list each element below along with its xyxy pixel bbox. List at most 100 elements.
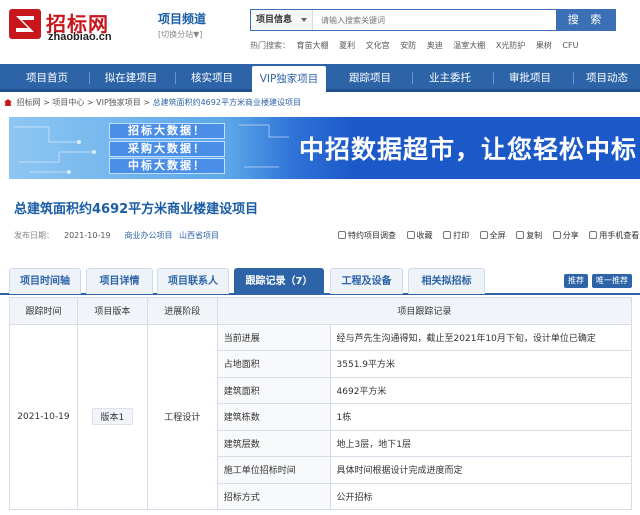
hot-search-term[interactable]: 温室大棚 — [453, 41, 485, 50]
tab-tracking-records[interactable]: 跟踪记录（7） — [234, 268, 324, 294]
survey-button[interactable]: 特约项目调查 — [338, 231, 396, 240]
record-value: 公开招标 — [329, 482, 633, 510]
search-input[interactable] — [315, 10, 555, 30]
search-box: 项目信息 — [250, 9, 557, 31]
nav-item-owner[interactable]: 业主委托 — [414, 64, 486, 92]
printer-icon — [443, 231, 452, 239]
procurement-bigdata-button[interactable]: 采购大数据！ — [109, 141, 225, 157]
hot-search-label: 热门搜索： — [250, 41, 290, 50]
record-label: 施工单位招标时间 — [216, 456, 331, 484]
switch-site-link[interactable]: [切换分站▼] — [158, 29, 206, 40]
star-icon — [406, 231, 415, 239]
fullscreen-button[interactable]: 全屏 — [479, 231, 506, 240]
tab-details[interactable]: 项目详情 — [86, 268, 153, 294]
fullscreen-icon — [479, 231, 488, 239]
hot-search-term[interactable]: 奥迪 — [427, 41, 443, 50]
record-value: 经与芦先生沟通得知，截止至2021年10月下旬，设计单位已确定 — [329, 323, 633, 351]
column-header: 项目版本 — [76, 297, 148, 325]
award-bigdata-button[interactable]: 中标大数据！ — [109, 158, 225, 174]
record-value: 地上3层，地下1层 — [329, 429, 633, 457]
record-label: 当前进展 — [216, 323, 331, 351]
toolbar: 特约项目调查 收藏 打印 全屏 复制 分享 用手机查看 — [338, 230, 640, 241]
logo-text-en: zhaobiao.cn — [48, 31, 112, 43]
hot-search-list: 热门搜索： 育苗大棚 夏利 文化宫 安防 奥迪 温室大棚 X光防护 果树 CFU — [250, 40, 586, 51]
share-icon — [552, 231, 561, 239]
hot-search-term[interactable]: 安防 — [400, 41, 416, 50]
breadcrumb-link[interactable]: 招标网 — [17, 98, 41, 107]
hot-search-term[interactable]: 文化宫 — [366, 41, 390, 50]
search-button[interactable]: 搜 索 — [557, 9, 616, 31]
banner-slogan: 中招数据超市，让您轻松中标 — [299, 135, 638, 164]
breadcrumb: 招标网 > 项目中心 > VIP独家项目 > 总建筑面积约4692平方米商业楼建… — [4, 97, 301, 108]
survey-label: 特约项目调查 — [348, 231, 396, 240]
hot-search-term[interactable]: 果树 — [536, 41, 552, 50]
record-value: 1栋 — [329, 403, 633, 431]
record-label: 招标方式 — [216, 482, 331, 510]
column-header: 项目跟踪记录 — [216, 297, 633, 325]
site-logo[interactable]: 招标网 zhaobiao.cn — [8, 6, 128, 44]
main-nav: 项目首页 拟在建项目 核实项目 VIP独家项目 跟踪项目 业主委托 审批项目 项… — [0, 64, 640, 92]
nav-item-approval[interactable]: 审批项目 — [494, 64, 566, 92]
tracking-table: 跟踪时间 项目版本 进展阶段 项目跟踪记录 2021-10-19 版本1 工程设… — [9, 297, 633, 510]
share-button[interactable]: 分享 — [552, 231, 579, 240]
nav-item-vip[interactable]: VIP独家项目 — [252, 66, 326, 92]
nav-item-home[interactable]: 项目首页 — [8, 64, 86, 92]
copy-label: 复制 — [526, 231, 543, 240]
copy-icon — [516, 231, 525, 239]
nav-item-planned[interactable]: 拟在建项目 — [90, 64, 172, 92]
bidding-bigdata-button[interactable]: 招标大数据！ — [109, 123, 225, 139]
nav-divider — [412, 72, 413, 84]
record-value: 3551.9平方米 — [329, 350, 633, 378]
qrcode-icon — [589, 231, 598, 239]
tab-related-bids[interactable]: 相关拟招标 — [408, 268, 485, 294]
record-label: 建筑面积 — [216, 376, 331, 404]
tab-timeline[interactable]: 项目时间轴 — [9, 268, 81, 294]
favorite-button[interactable]: 收藏 — [406, 231, 433, 240]
stage-cell: 工程设计 — [146, 323, 218, 510]
record-label: 占地面积 — [216, 350, 331, 378]
fullscreen-label: 全屏 — [489, 231, 506, 240]
promo-banner[interactable]: 招标大数据！ 采购大数据！ 中标大数据！ 中招数据超市，让您轻松中标 — [9, 117, 640, 179]
column-header: 进展阶段 — [146, 297, 218, 325]
record-label: 建筑栋数 — [216, 403, 331, 431]
mobile-view-button[interactable]: 用手机查看 — [589, 231, 639, 240]
table-header-row: 跟踪时间 项目版本 进展阶段 项目跟踪记录 — [9, 297, 633, 325]
channel-title: 项目频道 — [158, 12, 207, 26]
logo-mark-icon — [9, 9, 41, 39]
nav-item-tracking[interactable]: 跟踪项目 — [334, 64, 406, 92]
mobile-view-label: 用手机查看 — [599, 231, 640, 240]
survey-icon — [338, 231, 346, 239]
nav-item-verified[interactable]: 核实项目 — [176, 64, 248, 92]
search-type-select[interactable]: 项目信息 — [251, 10, 313, 30]
publish-date: 2021-10-19 — [64, 231, 111, 240]
breadcrumb-link[interactable]: 项目中心 — [52, 98, 84, 107]
detail-tabs: 项目时间轴 项目详情 项目联系人 跟踪记录（7） 工程及设备 相关拟招标 推荐 … — [0, 265, 640, 295]
publish-date-label: 发布日期： — [14, 231, 54, 240]
version-badge[interactable]: 版本1 — [91, 408, 134, 426]
record-value: 4692平方米 — [329, 376, 633, 404]
nav-item-news[interactable]: 项目动态 — [574, 64, 640, 92]
print-button[interactable]: 打印 — [443, 231, 469, 240]
unique-recommend-button[interactable]: 唯一推荐 — [592, 274, 632, 288]
hot-search-term[interactable]: X光防护 — [496, 41, 525, 50]
breadcrumb-link[interactable]: VIP独家项目 — [96, 98, 141, 107]
chevron-down-icon — [301, 18, 307, 22]
copy-button[interactable]: 复制 — [516, 231, 542, 240]
region-link[interactable]: 山西省项目 — [179, 231, 219, 240]
hot-search-term[interactable]: CFU — [562, 41, 578, 50]
search-type-label: 项目信息 — [256, 15, 293, 25]
record-label: 建筑层数 — [216, 429, 331, 457]
favorite-label: 收藏 — [416, 231, 433, 240]
project-meta: 发布日期： 2021-10-19 商业办公项目 山西省项目 — [14, 230, 223, 241]
channel-block: 项目频道 [切换分站▼] — [158, 10, 206, 40]
tab-contacts[interactable]: 项目联系人 — [157, 268, 229, 294]
table-row: 2021-10-19 版本1 工程设计 当前进展 经与芦先生沟通得知，截止至20… — [9, 323, 633, 510]
column-header: 跟踪时间 — [9, 297, 78, 325]
recommend-button[interactable]: 推荐 — [564, 274, 588, 288]
version-cell: 版本1 — [76, 323, 148, 510]
tab-engineering[interactable]: 工程及设备 — [330, 268, 403, 294]
hot-search-term[interactable]: 夏利 — [339, 41, 355, 50]
category-link[interactable]: 商业办公项目 — [125, 231, 173, 240]
print-label: 打印 — [453, 231, 470, 240]
hot-search-term[interactable]: 育苗大棚 — [297, 41, 329, 50]
